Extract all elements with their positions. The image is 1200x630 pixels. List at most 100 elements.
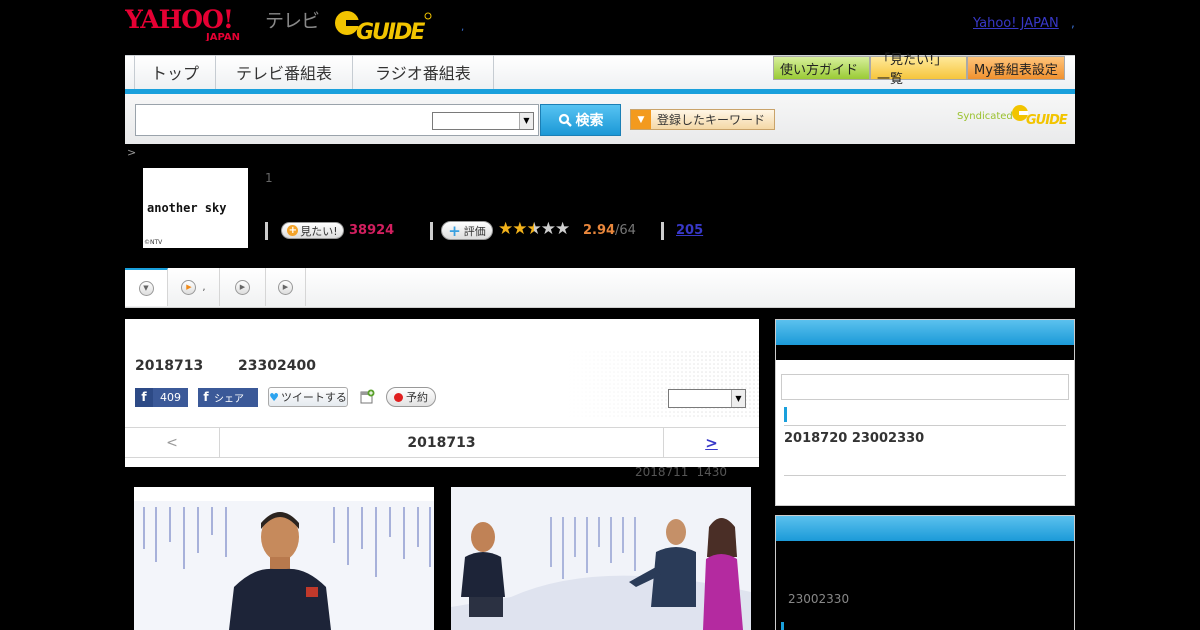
divider <box>265 222 268 240</box>
want-to-watch-count: 38924 <box>349 223 395 238</box>
yahoo-japan-link[interactable]: Yahoo! JAPAN <box>973 16 1059 31</box>
sidebar-time: 23002330 <box>788 592 850 606</box>
svg-text:YAHOO!: YAHOO! <box>125 5 233 34</box>
subtab-4[interactable]: ▶ <box>266 268 306 306</box>
sidebar-box-band <box>776 345 1074 360</box>
play-icon: ▶ <box>235 279 250 295</box>
nav-buttons: 使い方ガイド 「見たい!」一覧 My番組表設定 <box>773 53 1065 87</box>
tab-tv-schedule[interactable]: テレビ番組表 <box>215 55 352 89</box>
watch-list-button[interactable]: 「見たい!」一覧 <box>870 53 967 87</box>
program-photo-2[interactable] <box>451 487 751 630</box>
reserve-label: 予約 <box>406 391 428 404</box>
search-genre-select[interactable]: ▼ <box>432 112 534 130</box>
syndicated-label: Syndicated <box>957 111 1013 122</box>
tab-top[interactable]: トップ <box>134 55 215 89</box>
divider <box>661 222 664 240</box>
facebook-share-label: シェア <box>214 393 244 405</box>
next-date-link[interactable]: > <box>663 428 759 457</box>
record-dot-icon <box>394 392 403 402</box>
rate-label: 評価 <box>463 224 486 238</box>
gguide-small-logo: GUIDE <box>1012 105 1069 126</box>
search-button[interactable]: 検索 <box>540 104 621 136</box>
review-count-link[interactable]: 205 <box>676 223 703 238</box>
updated-timestamp: 2018711 1430 <box>635 465 735 479</box>
sidebar-input[interactable] <box>781 374 1069 400</box>
search-button-label: 検索 <box>575 113 604 129</box>
broadcast-time: 23302400 <box>238 358 316 374</box>
play-icon: ▶ <box>181 279 197 295</box>
sidebar-marker <box>784 407 787 422</box>
sidebar-box-header <box>776 320 1074 345</box>
rating-stars: ★★★★★ <box>498 219 570 239</box>
star-empty-icon: ★ <box>540 219 556 239</box>
facebook-like-button[interactable]: f 409 <box>135 387 188 407</box>
divider <box>784 425 1066 426</box>
thumbnail-credit: ©NTV <box>144 239 163 246</box>
date-navigation: < 2018713 > <box>125 427 759 458</box>
sidebar-box-1: 2018720 23002330 <box>775 319 1075 506</box>
program-photo-1[interactable] <box>134 487 434 630</box>
reserve-recording-button[interactable]: 予約 <box>386 387 436 407</box>
header-dot: , <box>461 22 465 33</box>
chevron-down-icon: ▼ <box>731 390 745 407</box>
star-half-icon: ★ <box>526 219 542 239</box>
play-icon: ▶ <box>278 279 293 295</box>
breadcrumb: > <box>127 146 137 159</box>
share-bar: f 409 f シェア ♥ ツイートする 予約 <box>135 387 436 407</box>
star-icon: ★ <box>512 219 527 239</box>
facebook-share-button[interactable]: f シェア <box>198 387 258 407</box>
chevron-down-icon: ▼ <box>138 280 154 296</box>
gguide-logo: GUIDE <box>335 11 432 42</box>
registered-keyword-button[interactable]: ▼ 登録したキーワード <box>630 109 775 130</box>
registered-keyword-label: 登録したキーワード <box>657 113 766 127</box>
tab-radio-schedule[interactable]: ラジオ番組表 <box>352 55 494 89</box>
svg-text:JAPAN: JAPAN <box>205 32 240 41</box>
chevron-down-icon: ▼ <box>519 113 533 129</box>
program-thumbnail[interactable]: another sky ©NTV <box>143 168 248 248</box>
broadcast-date: 2018713 <box>135 358 204 374</box>
divider <box>784 475 1066 476</box>
facebook-icon: f <box>203 390 209 404</box>
yahoo-japan-logo[interactable]: YAHOO! JAPAN <box>125 5 263 41</box>
header-dot-right: , <box>1071 16 1075 30</box>
sidebar-box-2: 23002330 <box>775 515 1075 630</box>
nav-tabs: トップ テレビ番組表 ラジオ番組表 <box>134 55 494 89</box>
sidebar-box-body <box>776 541 1074 630</box>
star-icon: ★ <box>498 219 513 239</box>
rate-button[interactable]: + 評価 <box>441 221 493 240</box>
facebook-count: 409 <box>160 390 181 404</box>
previous-date-button[interactable]: < <box>125 428 220 457</box>
subtab-2[interactable]: ▶ , <box>168 268 220 306</box>
program-subtabs: ▼ ▶ , ▶ ▶ <box>125 268 1075 308</box>
tv-label: テレビ <box>265 10 320 32</box>
my-schedule-settings-button[interactable]: My番組表設定 <box>967 56 1065 80</box>
rating-value: 2.94 <box>583 223 616 238</box>
star-empty-icon: ★ <box>555 219 570 239</box>
sidebar-schedule[interactable]: 2018720 23002330 <box>784 431 924 446</box>
studio-photo-single-guest <box>134 487 434 630</box>
svg-text:GUIDE: GUIDE <box>1026 113 1068 126</box>
subtab-3[interactable]: ▶ <box>220 268 266 306</box>
sidebar-box-header <box>776 516 1074 541</box>
triangle-down-icon: ▼ <box>631 110 651 129</box>
want-to-watch-button[interactable]: + 見たい! <box>281 222 344 239</box>
current-date: 2018713 <box>407 434 476 451</box>
plus-icon: + <box>448 221 461 240</box>
want-to-watch-label: 見たい! <box>300 224 338 238</box>
usage-guide-button[interactable]: 使い方ガイド <box>773 56 870 80</box>
tweet-button[interactable]: ♥ ツイートする <box>268 387 348 407</box>
tweet-label: ツイートする <box>280 391 347 404</box>
svg-text:GUIDE: GUIDE <box>356 20 425 42</box>
search-icon <box>558 113 572 127</box>
add-calendar-icon[interactable] <box>358 388 376 406</box>
broadcast-select[interactable]: ▼ <box>668 389 746 408</box>
plus-icon: + <box>287 225 299 236</box>
subtab-1[interactable]: ▼ <box>125 268 168 306</box>
facebook-icon: f <box>135 387 153 407</box>
episode-number: 1 <box>265 171 273 185</box>
updated-time: 1430 <box>696 465 727 479</box>
sidebar-marker <box>781 622 784 630</box>
studio-photo-talk <box>451 487 751 630</box>
subtab-separator: , <box>202 281 206 293</box>
updated-date: 2018711 <box>635 465 689 479</box>
